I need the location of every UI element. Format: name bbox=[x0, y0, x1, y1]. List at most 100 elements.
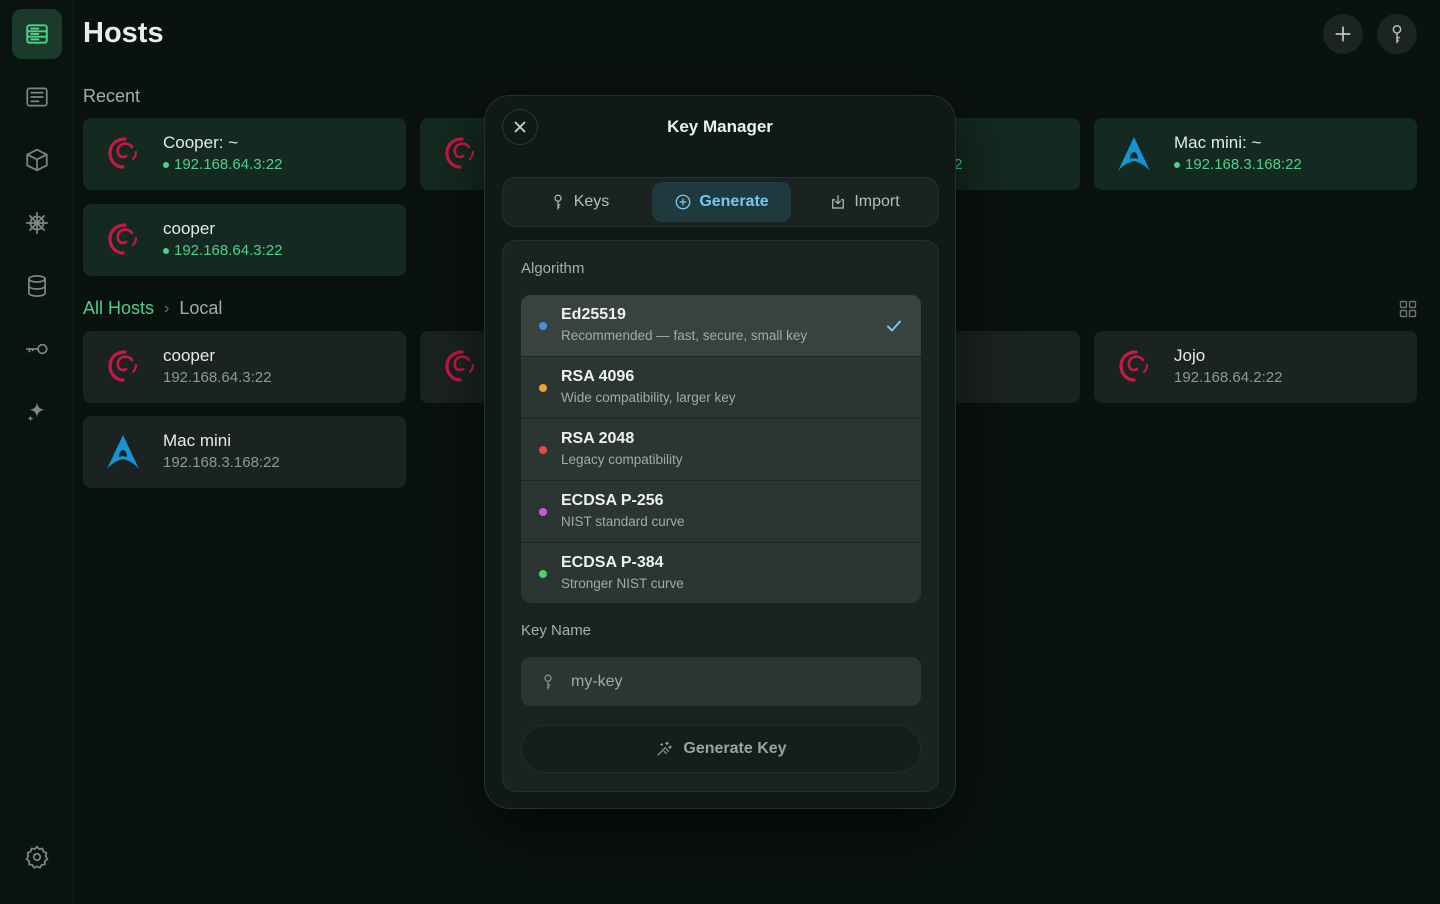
host-address: 192.168.3.168:22 bbox=[1174, 154, 1302, 176]
host-address-text: 192.168.64.3:22 bbox=[174, 242, 283, 259]
tab-label: Import bbox=[854, 193, 900, 210]
chevron-right-icon: › bbox=[164, 299, 170, 317]
algorithm-color-dot bbox=[539, 322, 547, 330]
key-name-input[interactable] bbox=[571, 672, 891, 691]
checkmark-icon bbox=[887, 320, 901, 332]
generate-panel: Algorithm Ed25519 Recommended — fast, se… bbox=[502, 240, 939, 792]
key-icon bbox=[544, 674, 552, 689]
helm-icon bbox=[26, 212, 48, 234]
host-name: Cooper: ~ bbox=[163, 133, 239, 152]
tab-keys[interactable]: Keys bbox=[507, 182, 651, 222]
arch-logo-icon bbox=[107, 435, 139, 469]
breadcrumb-current: Local bbox=[179, 298, 223, 318]
sparkle-icon bbox=[27, 402, 45, 422]
import-icon bbox=[832, 195, 845, 209]
generate-key-button[interactable]: Generate Key bbox=[521, 725, 921, 773]
sidebar-item-ai[interactable] bbox=[12, 387, 62, 437]
algorithm-option-ed25519[interactable]: Ed25519 Recommended — fast, secure, smal… bbox=[521, 295, 921, 357]
algorithm-name: ECDSA P-256 bbox=[561, 492, 664, 509]
host-address: 192.168.64.3:22 bbox=[163, 154, 282, 176]
algorithm-label: Algorithm bbox=[521, 260, 585, 277]
host-card[interactable]: cooper 192.168.64.3:22 bbox=[83, 204, 406, 276]
host-card[interactable]: Jojo 192.168.64.2:22 bbox=[1094, 331, 1417, 403]
host-card[interactable]: cooper 192.168.64.3:22 bbox=[83, 331, 406, 403]
tab-label: Keys bbox=[573, 193, 610, 210]
online-dot bbox=[163, 162, 169, 168]
recent-section-label: Recent bbox=[83, 86, 141, 106]
sidebar-item-settings[interactable] bbox=[12, 832, 62, 882]
tab-generate[interactable]: Generate bbox=[652, 182, 791, 222]
arch-logo-icon bbox=[1118, 137, 1150, 171]
host-address: 192.168.3.168:22 bbox=[163, 454, 280, 471]
online-dot bbox=[163, 248, 169, 254]
algorithm-option-rsa4096[interactable]: RSA 4096 Wide compatibility, larger key bbox=[521, 357, 921, 419]
server-rack-icon bbox=[26, 24, 48, 44]
sidebar bbox=[0, 0, 74, 904]
algorithm-color-dot bbox=[539, 570, 547, 578]
host-card[interactable]: Mac mini: ~ 192.168.3.168:22 bbox=[1094, 118, 1417, 190]
host-address-text: 192.168.64.3:22 bbox=[174, 156, 283, 173]
key-icon bbox=[26, 343, 48, 355]
host-address-text: 192.168.3.168:22 bbox=[1185, 156, 1302, 173]
key-manager-button[interactable] bbox=[1377, 14, 1417, 54]
online-dot bbox=[1174, 162, 1180, 168]
host-address: 192.168.64.3:22 bbox=[163, 369, 272, 386]
breadcrumb-root-link[interactable]: All Hosts bbox=[83, 298, 154, 319]
key-icon bbox=[554, 194, 562, 210]
algorithm-name: ECDSA P-384 bbox=[561, 554, 664, 571]
algorithm-color-dot bbox=[539, 384, 547, 392]
debian-logo-icon bbox=[108, 350, 138, 382]
sidebar-item-hosts[interactable] bbox=[12, 9, 62, 59]
sidebar-item-snippets[interactable] bbox=[12, 72, 62, 122]
algorithm-color-dot bbox=[539, 508, 547, 516]
host-address: 192.168.64.2:22 bbox=[1174, 369, 1283, 386]
generate-key-label: Generate Key bbox=[683, 740, 787, 757]
debian-logo-icon bbox=[1119, 350, 1149, 382]
gear-icon bbox=[25, 845, 49, 869]
host-address: 192.168.64.3:22 bbox=[163, 240, 282, 262]
algorithm-description: Wide compatibility, larger key bbox=[561, 390, 736, 405]
tab-import[interactable]: Import bbox=[793, 182, 936, 222]
key-icon bbox=[1392, 25, 1402, 44]
algorithm-name: Ed25519 bbox=[561, 306, 626, 323]
terminal-list-icon bbox=[26, 87, 48, 107]
key-manager-dialog: Key Manager Keys Generate Import Algorit… bbox=[484, 95, 956, 809]
algorithm-description: Legacy compatibility bbox=[561, 452, 683, 467]
algorithm-list: Ed25519 Recommended — fast, secure, smal… bbox=[521, 295, 921, 603]
dialog-title: Key Manager bbox=[667, 117, 773, 136]
breadcrumb: All Hosts › Local bbox=[83, 298, 222, 319]
host-name: Jojo bbox=[1174, 346, 1206, 365]
sidebar-item-containers[interactable] bbox=[12, 135, 62, 185]
plus-icon bbox=[1335, 26, 1351, 42]
key-name-label: Key Name bbox=[521, 622, 592, 639]
debian-logo-icon bbox=[108, 137, 138, 169]
sidebar-item-databases[interactable] bbox=[12, 261, 62, 311]
host-card[interactable]: Cooper: ~ 192.168.64.3:22 bbox=[83, 118, 406, 190]
debian-logo-icon bbox=[445, 350, 475, 382]
algorithm-option-rsa2048[interactable]: RSA 2048 Legacy compatibility bbox=[521, 419, 921, 481]
algorithm-name: RSA 4096 bbox=[561, 368, 635, 385]
debian-logo-icon bbox=[445, 137, 475, 169]
key-name-field[interactable] bbox=[521, 657, 921, 706]
sidebar-item-kubernetes[interactable] bbox=[12, 198, 62, 248]
host-name: cooper bbox=[163, 346, 215, 365]
host-card[interactable]: Mac mini 192.168.3.168:22 bbox=[83, 416, 406, 488]
algorithm-option-ecdsa-p384[interactable]: ECDSA P-384 Stronger NIST curve bbox=[521, 543, 921, 603]
page-title: Hosts bbox=[83, 17, 164, 49]
algorithm-color-dot bbox=[539, 446, 547, 454]
algorithm-option-ecdsa-p256[interactable]: ECDSA P-256 NIST standard curve bbox=[521, 481, 921, 543]
grid-view-icon[interactable] bbox=[1399, 300, 1417, 318]
add-host-button[interactable] bbox=[1323, 14, 1363, 54]
debian-logo-icon bbox=[108, 223, 138, 255]
tab-label: Generate bbox=[699, 193, 769, 210]
plus-circle-icon bbox=[675, 194, 691, 210]
tab-bar: Keys Generate Import bbox=[502, 177, 939, 227]
host-name: Mac mini bbox=[163, 431, 232, 450]
algorithm-name: RSA 2048 bbox=[561, 430, 635, 447]
algorithm-description: Stronger NIST curve bbox=[561, 576, 684, 591]
sidebar-item-keys[interactable] bbox=[12, 324, 62, 374]
database-icon bbox=[28, 275, 46, 297]
algorithm-description: Recommended — fast, secure, small key bbox=[561, 328, 808, 343]
cube-icon bbox=[26, 148, 48, 172]
magic-wand-icon bbox=[657, 741, 673, 756]
